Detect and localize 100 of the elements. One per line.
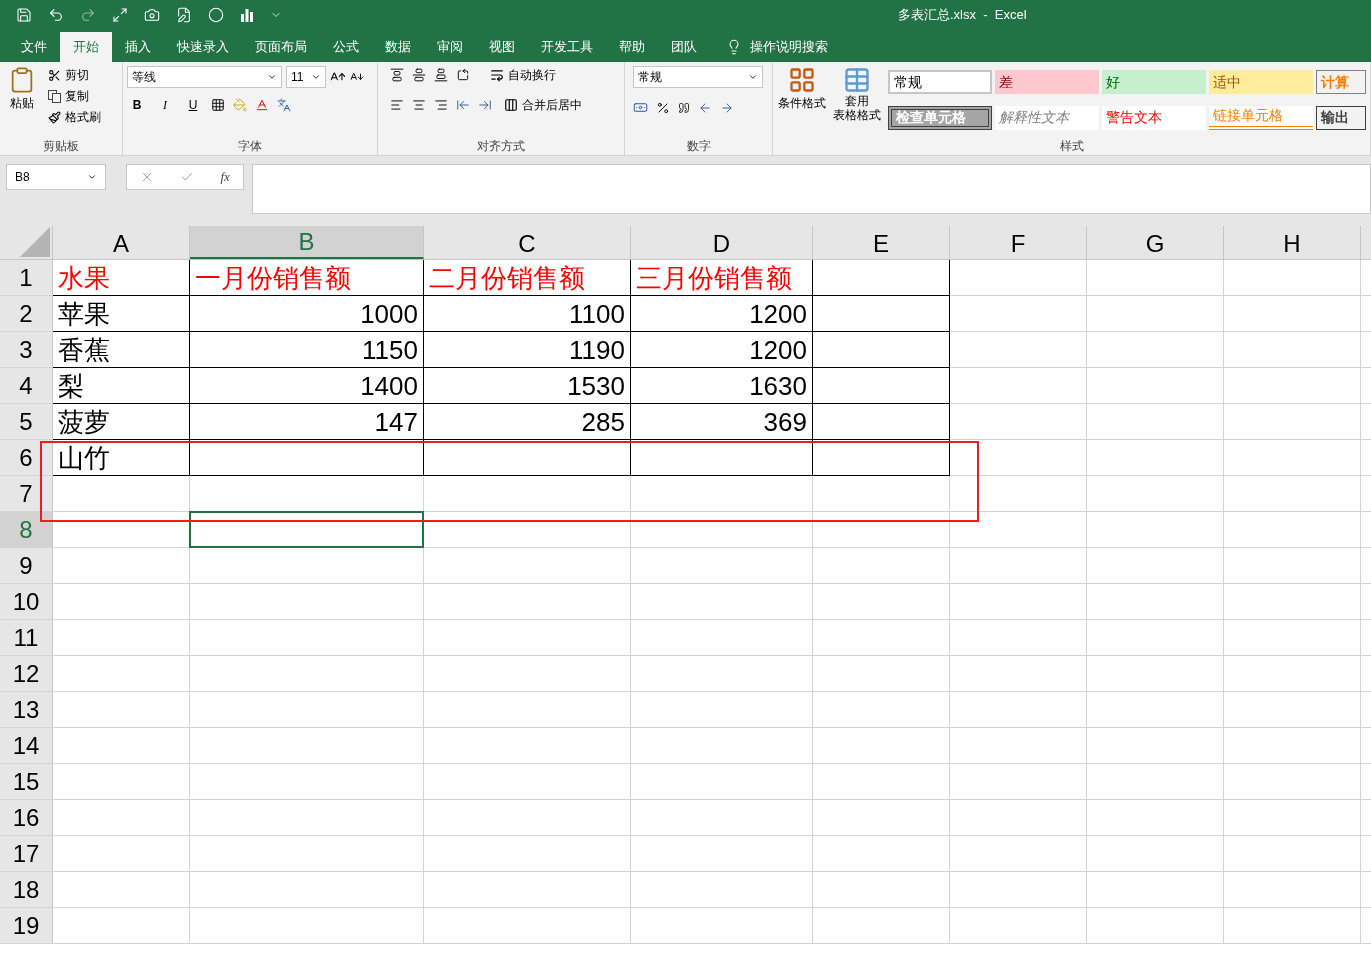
align-left-icon <box>390 98 404 112</box>
cell-style-swatch[interactable]: 差 <box>995 70 1099 94</box>
ribbon-tab[interactable]: 公式 <box>320 32 372 62</box>
table-cell-text: 1000 <box>359 297 418 331</box>
ribbon-tab[interactable]: 团队 <box>658 32 710 62</box>
save-icon <box>16 7 32 23</box>
cell-style-swatch[interactable]: 警告文本 <box>1102 105 1206 130</box>
ribbon-tab[interactable]: 审阅 <box>424 32 476 62</box>
number-format-field[interactable]: 常规 <box>633 66 763 88</box>
column-header[interactable]: E <box>813 226 950 259</box>
row-header[interactable]: 15 <box>0 764 53 799</box>
italic-button[interactable]: I <box>155 96 175 114</box>
table-cell-text: 山竹 <box>58 441 111 475</box>
row-header[interactable]: 13 <box>0 692 53 727</box>
row-header[interactable]: 3 <box>0 332 53 367</box>
ribbon-tab[interactable]: 帮助 <box>606 32 658 62</box>
font-color-icon <box>255 98 269 112</box>
ribbon-tab[interactable]: 视图 <box>476 32 528 62</box>
form-icon <box>176 7 192 23</box>
merge-center-button[interactable]: 合并后居中 <box>504 96 582 114</box>
ribbon-tab[interactable]: 数据 <box>372 32 424 62</box>
row-header[interactable]: 14 <box>0 728 53 763</box>
row-header[interactable]: 5 <box>0 404 53 439</box>
align-right-icon <box>434 98 448 112</box>
column-header[interactable]: D <box>631 226 813 259</box>
table-cell-text: 三月份销售额 <box>636 261 793 295</box>
font-size-field[interactable]: 11 <box>286 66 326 88</box>
cell-style-swatch[interactable]: 输出 <box>1316 105 1366 130</box>
paste-button[interactable]: 粘贴 <box>4 66 40 137</box>
row-header[interactable]: 7 <box>0 476 53 511</box>
table-cell-text: 苹果 <box>58 297 111 331</box>
cell-style-swatch[interactable]: 好 <box>1102 70 1206 94</box>
row-header[interactable]: 8 <box>0 512 53 547</box>
caret-icon <box>748 72 758 82</box>
cut-button[interactable]: 剪切 <box>48 66 101 84</box>
caret-icon <box>87 172 97 182</box>
row-header[interactable]: 2 <box>0 296 53 331</box>
circle-icon <box>208 7 224 23</box>
group-label: 字体 <box>238 138 262 155</box>
font-name-field[interactable]: 等线 <box>127 66 282 88</box>
borders-icon <box>211 98 225 112</box>
row-header[interactable]: 19 <box>0 908 53 943</box>
cell-style-swatch[interactable]: 常规 <box>888 70 992 94</box>
wrap-text-icon <box>490 68 504 82</box>
row-header[interactable]: 4 <box>0 368 53 403</box>
row-header[interactable]: 11 <box>0 620 53 655</box>
row-header[interactable]: 16 <box>0 800 53 835</box>
table-cell-text: 1100 <box>568 297 625 331</box>
row-header[interactable]: 9 <box>0 548 53 583</box>
table-cell-text: 香蕉 <box>58 333 111 367</box>
row-header[interactable]: 18 <box>0 872 53 907</box>
column-header[interactable]: B <box>190 226 424 259</box>
column-header[interactable]: C <box>424 226 631 259</box>
tell-me-search[interactable]: 操作说明搜索 <box>750 37 828 57</box>
table-cell-text: 二月份销售额 <box>429 261 586 295</box>
camera-icon <box>144 7 160 23</box>
table-cell-text: 一月份销售额 <box>195 261 352 295</box>
format-painter-button[interactable]: 格式刷 <box>48 108 101 126</box>
ribbon-tab[interactable]: 页面布局 <box>242 32 320 62</box>
format-table-button[interactable]: 套用 表格格式 <box>830 66 884 137</box>
column-header[interactable]: H <box>1224 226 1361 259</box>
underline-button[interactable]: U <box>183 96 203 114</box>
group-label: 对齐方式 <box>477 138 525 155</box>
column-header[interactable]: G <box>1087 226 1224 259</box>
conditional-format-icon <box>787 66 816 94</box>
row-header[interactable]: 17 <box>0 836 53 871</box>
row-header[interactable]: 6 <box>0 440 53 475</box>
bold-button[interactable]: B <box>127 96 147 114</box>
bar-chart-icon <box>240 8 254 22</box>
table-cell-text: 285 <box>580 405 625 439</box>
cell-style-swatch[interactable]: 适中 <box>1209 70 1313 94</box>
name-box[interactable]: B8 <box>6 164 106 190</box>
conditional-format-button[interactable]: 条件格式 <box>777 66 827 137</box>
align-middle-icon <box>412 68 426 82</box>
fill-color-icon <box>233 98 247 112</box>
insert-function-button[interactable]: fx <box>220 167 230 187</box>
wrap-text-button[interactable]: 自动换行 <box>490 66 556 84</box>
ribbon-tab[interactable]: 文件 <box>8 32 60 62</box>
column-header[interactable]: F <box>950 226 1087 259</box>
group-label: 剪贴板 <box>43 138 79 155</box>
paintbrush-icon <box>48 110 61 124</box>
table-cell-text: 1150 <box>361 333 418 367</box>
table-cell-text: 147 <box>373 405 418 439</box>
table-cell-text: 水果 <box>58 261 111 295</box>
cell-style-swatch[interactable]: 解释性文本 <box>995 105 1099 130</box>
table-cell-text: 菠萝 <box>58 405 111 439</box>
orientation-icon <box>456 68 470 82</box>
row-header[interactable]: 1 <box>0 260 53 295</box>
row-header[interactable]: 12 <box>0 656 53 691</box>
ribbon-tab[interactable]: 开发工具 <box>528 32 606 62</box>
currency-icon <box>633 100 648 115</box>
copy-button[interactable]: 复制 <box>48 87 101 105</box>
ribbon-tab[interactable]: 插入 <box>112 32 164 62</box>
scissors-icon <box>48 68 61 82</box>
ribbon-tab[interactable]: 快速录入 <box>164 32 242 62</box>
ribbon-tab[interactable]: 开始 <box>60 32 112 62</box>
table-cell-text: 1200 <box>748 333 807 367</box>
row-header[interactable]: 10 <box>0 584 53 619</box>
percent-icon <box>656 100 670 115</box>
formula-input[interactable] <box>252 164 1371 214</box>
